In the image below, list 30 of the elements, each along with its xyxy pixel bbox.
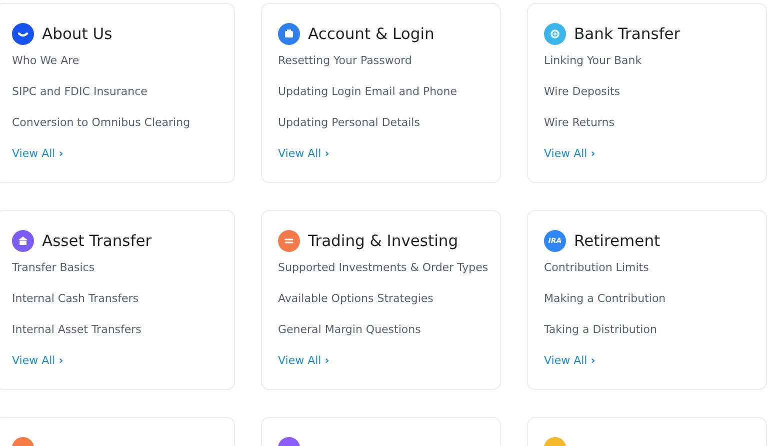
card-title: Asset Transfer	[42, 232, 152, 250]
card-title: Account & Login	[308, 25, 434, 43]
article-link[interactable]: Internal Asset Transfers	[12, 323, 142, 337]
view-all-link[interactable]: View All ›	[278, 354, 330, 368]
article-link[interactable]: Updating Personal Details	[278, 116, 420, 130]
article-link[interactable]: Wire Deposits	[544, 85, 620, 99]
article-link[interactable]: Updating Login Email and Phone	[278, 85, 458, 99]
view-all-link[interactable]: View All ›	[12, 147, 64, 161]
article-link[interactable]: Internal Cash Transfers	[12, 292, 138, 306]
view-all-link[interactable]: View All ›	[544, 354, 596, 368]
view-all-link[interactable]: View All ›	[544, 147, 596, 161]
article-link[interactable]: Supported Investments & Order Types	[278, 261, 488, 275]
view-all-link[interactable]: View All ›	[12, 354, 64, 368]
article-link[interactable]: General Margin Questions	[278, 323, 421, 337]
article-link[interactable]: Making a Contribution	[544, 292, 666, 306]
article-link[interactable]: Contribution Limits	[544, 261, 649, 275]
article-link[interactable]: Who We Are	[12, 54, 80, 68]
article-link[interactable]: SIPC and FDIC Insurance	[12, 85, 148, 99]
card-title: About Us	[42, 25, 112, 43]
card-title: Trading & Investing	[308, 232, 458, 250]
view-all-link[interactable]: View All ›	[278, 147, 330, 161]
card-title: Bank Transfer	[574, 25, 680, 43]
article-link[interactable]: Available Options Strategies	[278, 292, 434, 306]
article-link[interactable]: Wire Returns	[544, 116, 614, 130]
article-link[interactable]: Taking a Distribution	[544, 323, 657, 337]
card-title: Retirement	[574, 232, 660, 250]
article-link[interactable]: Conversion to Omnibus Clearing	[12, 116, 190, 130]
article-link[interactable]: Transfer Basics	[12, 261, 95, 275]
article-link[interactable]: Linking Your Bank	[544, 54, 642, 68]
article-link[interactable]: Resetting Your Password	[278, 54, 412, 68]
